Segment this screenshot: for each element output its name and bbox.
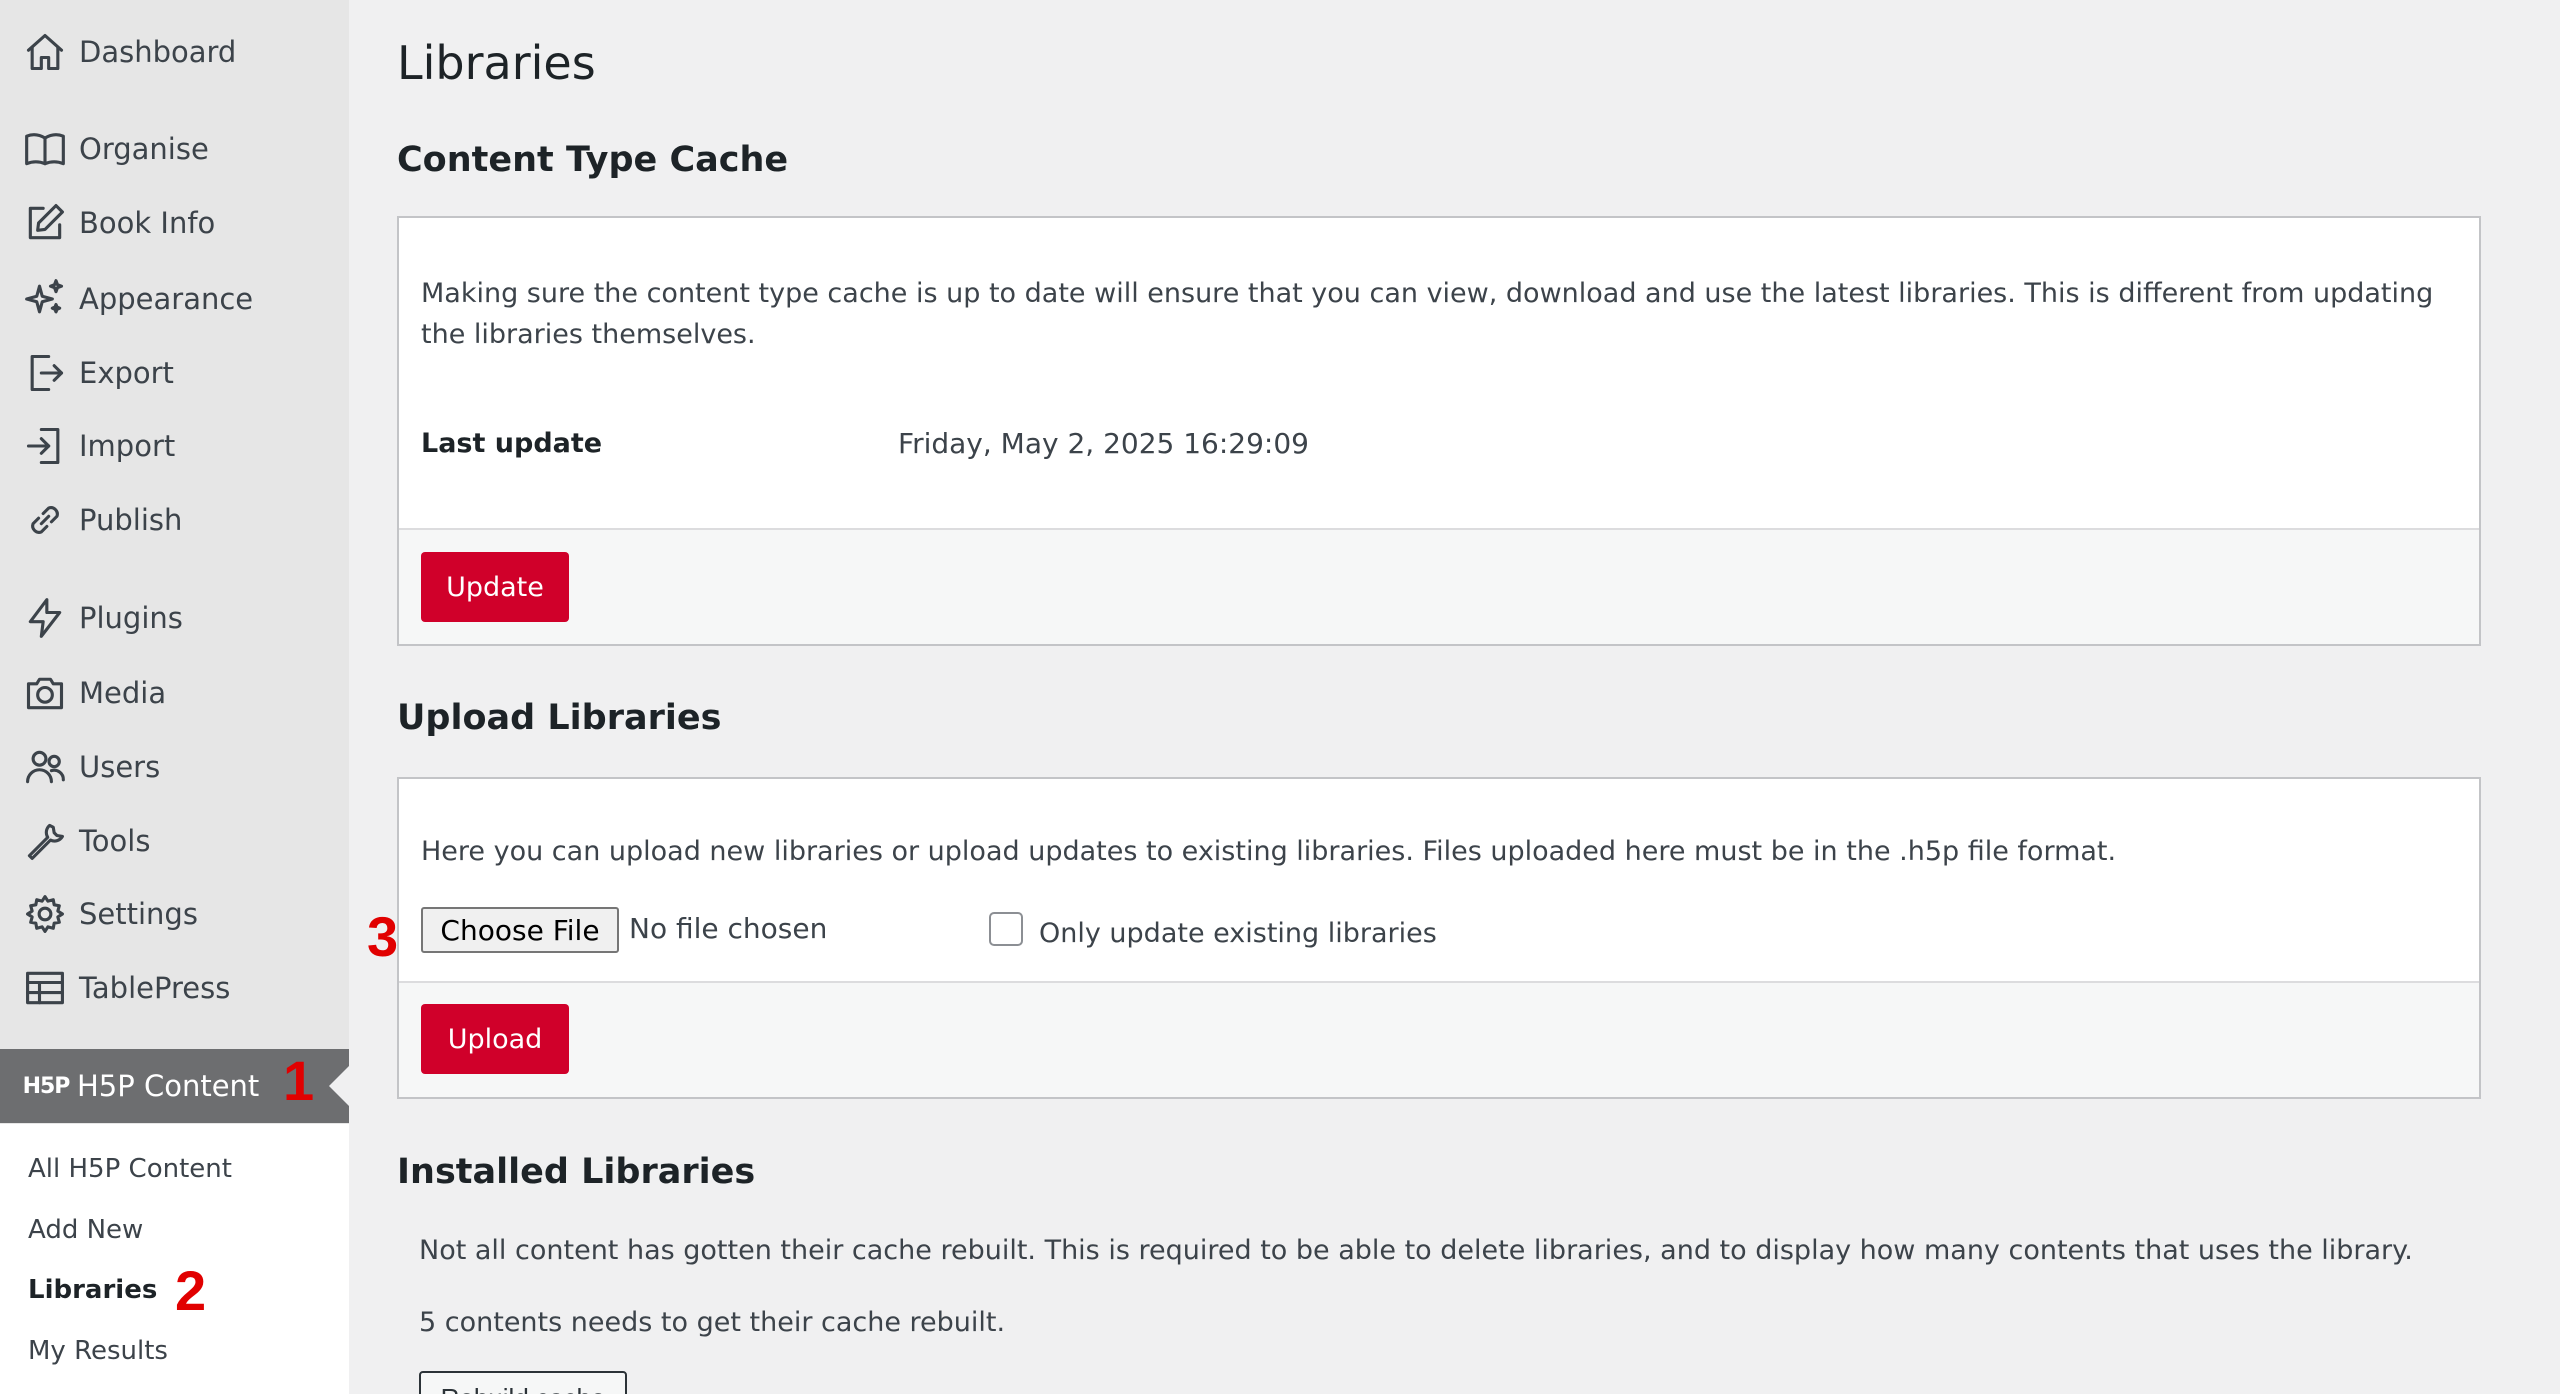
submenu-item-add-new[interactable]: Add New (28, 1215, 143, 1245)
sidebar-item-label: Media (79, 676, 167, 710)
sidebar-item-tools[interactable]: Tools (0, 811, 349, 871)
sparkle-icon (21, 275, 69, 323)
camera-icon (21, 669, 69, 717)
active-indicator-arrow (329, 1066, 349, 1106)
only-update-existing-checkbox[interactable] (989, 912, 1023, 946)
sidebar-item-import[interactable]: Import (0, 416, 349, 476)
sidebar-item-label: Users (79, 750, 161, 784)
home-icon (21, 28, 69, 76)
upload-box-footer: Upload (399, 981, 2479, 1097)
last-update-label: Last update (421, 428, 603, 459)
sidebar-item-publish[interactable]: Publish (0, 490, 349, 550)
sidebar-item-export[interactable]: Export (0, 343, 349, 403)
upload-libraries-heading: Upload Libraries (397, 698, 722, 738)
sidebar-item-organise[interactable]: Organise (0, 119, 349, 179)
sidebar-item-label: H5P Content (77, 1069, 260, 1103)
sidebar-item-label: Appearance (79, 282, 254, 316)
upload-description: Here you can upload new libraries or upl… (421, 836, 2117, 867)
sidebar-item-label: Settings (79, 897, 198, 931)
sidebar-item-label: Publish (79, 503, 183, 537)
h5p-logo-icon: H5P (22, 1073, 71, 1099)
page-title: Libraries (397, 36, 596, 90)
installed-libraries-heading: Installed Libraries (397, 1152, 756, 1192)
sidebar-item-label: Export (79, 356, 174, 390)
sidebar-item-label: Plugins (79, 601, 183, 635)
callout-number-2: 2 (175, 1259, 207, 1322)
sidebar-item-label: Book Info (79, 206, 216, 240)
sidebar-item-settings[interactable]: Settings (0, 884, 349, 944)
cache-box-footer: Update (399, 528, 2479, 644)
link-icon (21, 496, 69, 544)
book-icon (21, 125, 69, 173)
sidebar-item-plugins[interactable]: Plugins (0, 588, 349, 648)
callout-number-3: 3 (367, 905, 399, 968)
upload-button[interactable]: Upload (421, 1004, 569, 1074)
edit-icon (21, 199, 69, 247)
table-icon (21, 964, 69, 1012)
users-icon (21, 743, 69, 791)
content-type-cache-box: Making sure the content type cache is up… (397, 216, 2481, 646)
rebuild-cache-button[interactable]: Rebuild cache (419, 1371, 627, 1394)
last-update-value: Friday, May 2, 2025 16:29:09 (898, 427, 1309, 460)
export-icon (21, 349, 69, 397)
admin-sidebar: Dashboard Organise Book Info Appearance … (0, 0, 349, 1394)
submenu-item-libraries[interactable]: Libraries (28, 1275, 157, 1305)
upload-libraries-box: Here you can upload new libraries or upl… (397, 777, 2481, 1099)
update-button[interactable]: Update (421, 552, 569, 622)
sidebar-item-users[interactable]: Users (0, 737, 349, 797)
sidebar-item-media[interactable]: Media (0, 663, 349, 723)
only-update-existing-label[interactable]: Only update existing libraries (1039, 918, 1437, 949)
sidebar-item-label: Import (79, 429, 176, 463)
callout-number-1: 1 (283, 1049, 315, 1112)
cache-description: Making sure the content type cache is up… (421, 278, 2434, 350)
choose-file-button[interactable]: Choose File (421, 907, 619, 953)
sidebar-item-label: TablePress (79, 971, 231, 1005)
import-icon (21, 422, 69, 470)
submenu-item-all-h5p-content[interactable]: All H5P Content (28, 1154, 232, 1184)
sidebar-item-book-info[interactable]: Book Info (0, 193, 349, 253)
sidebar-item-tablepress[interactable]: TablePress (0, 958, 349, 1018)
no-file-chosen-text: No file chosen (629, 912, 828, 945)
wrench-icon (21, 817, 69, 865)
sidebar-item-dashboard[interactable]: Dashboard (0, 22, 349, 82)
sidebar-item-label: Tools (79, 824, 151, 858)
submenu-item-my-results[interactable]: My Results (28, 1336, 168, 1366)
sidebar-item-label: Organise (79, 132, 209, 166)
cache-rebuild-count: 5 contents needs to get their cache rebu… (419, 1307, 1006, 1338)
sidebar-item-label: Dashboard (79, 35, 237, 69)
lightning-icon (21, 594, 69, 642)
cache-rebuild-notice: Not all content has gotten their cache r… (419, 1235, 2413, 1266)
sidebar-item-appearance[interactable]: Appearance (0, 269, 349, 329)
gear-icon (21, 890, 69, 938)
content-type-cache-heading: Content Type Cache (397, 140, 789, 180)
